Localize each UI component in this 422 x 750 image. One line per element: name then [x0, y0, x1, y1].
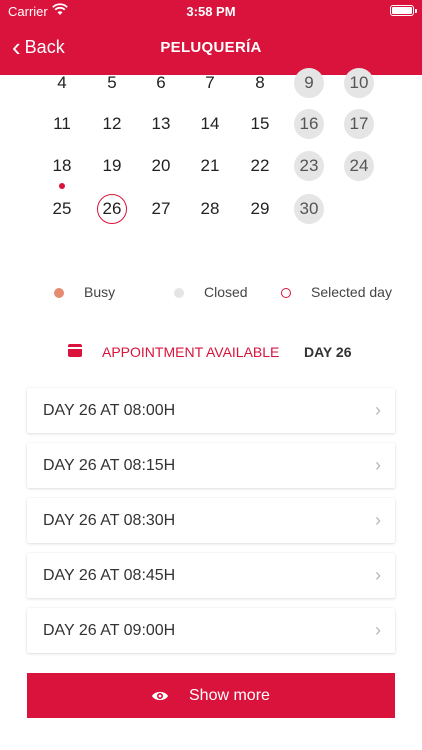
show-more-button[interactable]: Show more — [27, 673, 395, 718]
busy-legend-dot — [54, 288, 64, 298]
calendar-day[interactable]: 27 — [146, 194, 176, 224]
calendar-day[interactable]: 24 — [344, 151, 374, 181]
availability-day: DAY 26 — [304, 344, 352, 360]
chevron-right-icon: › — [375, 510, 381, 530]
closed-legend-dot — [174, 288, 184, 298]
closed-legend-label: Closed — [204, 284, 248, 300]
time-slot-label: DAY 26 AT 08:00H — [43, 402, 176, 419]
calendar-day[interactable]: 25 — [47, 194, 77, 224]
time-slot-label: DAY 26 AT 08:45H — [43, 567, 176, 584]
chevron-right-icon: › — [375, 565, 381, 585]
calendar-day[interactable]: 4 — [47, 68, 77, 98]
availability-label: APPOINTMENT AVAILABLE — [102, 344, 280, 360]
time-slot[interactable]: DAY 26 AT 08:45H › — [27, 553, 395, 598]
time-slot-label: DAY 26 AT 08:15H — [43, 457, 176, 474]
calendar-day[interactable]: 10 — [344, 68, 374, 98]
calendar-day[interactable]: 17 — [344, 109, 374, 139]
selected-legend-dot — [281, 288, 291, 298]
show-more-label: Show more — [189, 687, 270, 704]
calendar-day[interactable]: 30 — [294, 194, 324, 224]
status-bar: Carrier 3:58 PM — [0, 0, 422, 22]
time-slot[interactable]: DAY 26 AT 08:00H › — [27, 388, 395, 433]
eye-icon — [152, 691, 168, 701]
calendar-day[interactable]: 28 — [195, 194, 225, 224]
calendar-day[interactable]: 12 — [97, 109, 127, 139]
calendar-day[interactable]: 22 — [245, 151, 275, 181]
busy-indicator-dot — [59, 183, 65, 189]
calendar-day[interactable]: 7 — [195, 68, 225, 98]
clock: 3:58 PM — [186, 4, 236, 19]
chevron-right-icon: › — [375, 455, 381, 475]
time-slot[interactable]: DAY 26 AT 09:00H › — [27, 608, 395, 653]
calendar-day[interactable]: 19 — [97, 151, 127, 181]
availability-header: APPOINTMENT AVAILABLE DAY 26 — [0, 342, 422, 362]
page-title: PELUQUERÍA — [160, 39, 262, 56]
calendar-day[interactable]: 14 — [195, 109, 225, 139]
calendar-day[interactable]: 13 — [146, 109, 176, 139]
calendar-day[interactable]: 16 — [294, 109, 324, 139]
time-slot[interactable]: DAY 26 AT 08:15H › — [27, 443, 395, 488]
battery-icon — [390, 5, 417, 16]
chevron-right-icon: › — [375, 400, 381, 420]
time-slot-label: DAY 26 AT 09:00H — [43, 622, 176, 639]
busy-legend-label: Busy — [84, 284, 116, 300]
time-slot-label: DAY 26 AT 08:30H — [43, 512, 176, 529]
calendar-day[interactable]: 23 — [294, 151, 324, 181]
calendar-day-selected[interactable]: 26 — [97, 194, 127, 224]
selected-legend-label: Selected day — [311, 284, 392, 300]
time-slot[interactable]: DAY 26 AT 08:30H › — [27, 498, 395, 543]
calendar-day[interactable]: 6 — [146, 68, 176, 98]
chevron-right-icon: › — [375, 620, 381, 640]
calendar-icon — [68, 344, 82, 357]
calendar-day[interactable]: 18 — [47, 151, 77, 181]
calendar-day[interactable]: 21 — [195, 151, 225, 181]
legend: Busy Closed Selected day — [0, 283, 422, 303]
calendar-day[interactable]: 11 — [47, 109, 77, 139]
calendar-day[interactable]: 20 — [146, 151, 176, 181]
calendar-day[interactable]: 5 — [97, 68, 127, 98]
calendar-day[interactable]: 9 — [294, 68, 324, 98]
calendar-day[interactable]: 29 — [245, 194, 275, 224]
calendar-day[interactable]: 15 — [245, 109, 275, 139]
calendar-day[interactable]: 8 — [245, 68, 275, 98]
